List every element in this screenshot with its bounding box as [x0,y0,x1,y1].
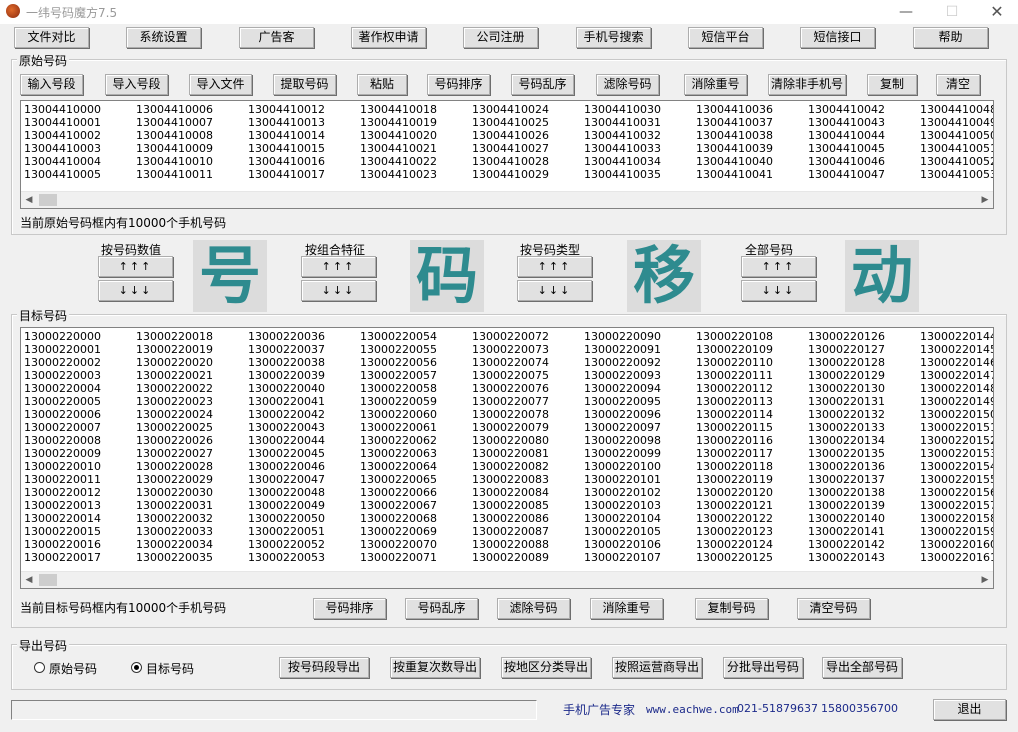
list-column: 13000220018 13000220019 13000220020 1300… [136,330,213,564]
window-title: 一纬号码魔方7.5 [26,6,118,20]
dedupe-button[interactable]: 消除重号 [684,74,747,95]
maximize-icon: ☐ [945,4,959,20]
list-column: 13000220072 13000220073 13000220074 1300… [472,330,549,564]
help-button[interactable]: 帮助 [913,27,988,48]
list-column: 13000220144 13000220145 13000220146 1300… [920,330,994,564]
list-column: 13000220000 13000220001 13000220002 1300… [24,330,101,564]
app-logo-icon [6,4,20,18]
radio-target[interactable] [131,662,142,673]
sort-all-asc-button[interactable]: ↑↑↑ [741,256,816,277]
sort-all-desc-button[interactable]: ↓↓↓ [741,280,816,301]
phone-search-button[interactable]: 手机号搜索 [576,27,651,48]
logo-char-dong: 动 [845,240,919,312]
source-number-list[interactable]: 13004410000 13004410001 13004410002 1300… [20,100,994,209]
sort-type-desc-button[interactable]: ↓↓↓ [517,280,592,301]
import-file-button[interactable]: 导入文件 [189,74,252,95]
target-number-list[interactable]: 13000220000 13000220001 13000220002 1300… [20,327,994,589]
export-by-carrier-button[interactable]: 按照运营商导出 [612,657,702,678]
shuffle-numbers-button[interactable]: 号码乱序 [511,74,574,95]
sort-type-asc-button[interactable]: ↑↑↑ [517,256,592,277]
export-batch-button[interactable]: 分批导出号码 [723,657,803,678]
footer-phone-1: 021-51879637 [737,702,818,715]
export-by-region-button[interactable]: 按地区分类导出 [501,657,591,678]
radio-target-label: 目标号码 [146,662,195,676]
sms-api-button[interactable]: 短信接口 [800,27,875,48]
target-count-status: 当前目标号码框内有10000个手机号码 [20,601,227,615]
list-column: 13004410018 13004410019 13004410020 1300… [360,103,437,181]
list-column: 13004410006 13004410007 13004410008 1300… [136,103,213,181]
target-shuffle-button[interactable]: 号码乱序 [405,598,478,619]
radio-source-label: 原始号码 [49,662,98,676]
list-column: 13000220090 13000220091 13000220092 1300… [584,330,661,564]
target-dedupe-button[interactable]: 消除重号 [590,598,663,619]
exit-button[interactable]: 退出 [933,699,1006,720]
footer-url[interactable]: www.eachwe.com [646,703,739,716]
list-column: 13000220036 13000220037 13000220038 1300… [248,330,325,564]
target-copy-button[interactable]: 复制号码 [695,598,768,619]
export-group-title: 导出号码 [17,637,70,654]
progress-bar [11,700,537,720]
scroll-right-icon[interactable]: ▶ [978,193,992,207]
minimize-icon[interactable]: — [883,0,929,24]
radio-source[interactable] [34,662,45,673]
target-horizontal-scrollbar[interactable]: ◀ ▶ [21,571,993,588]
target-clear-button[interactable]: 清空号码 [797,598,870,619]
paste-button[interactable]: 粘贴 [357,74,407,95]
extract-numbers-button[interactable]: 提取号码 [273,74,336,95]
sort-value-asc-button[interactable]: ↑↑↑ [98,256,173,277]
sort-value-desc-button[interactable]: ↓↓↓ [98,280,173,301]
input-segment-button[interactable]: 输入号段 [20,74,83,95]
footer-phone-2: 15800356700 [821,702,898,715]
list-column: 13004410000 13004410001 13004410002 1300… [24,103,101,181]
list-column: 13004410030 13004410031 13004410032 1300… [584,103,661,181]
scroll-thumb[interactable] [39,194,57,206]
source-horizontal-scrollbar[interactable]: ◀ ▶ [21,191,993,208]
company-register-button[interactable]: 公司注册 [463,27,538,48]
export-by-repeat-button[interactable]: 按重复次数导出 [390,657,480,678]
scroll-left-icon[interactable]: ◀ [22,573,36,587]
list-column: 13000220108 13000220109 13000220110 1300… [696,330,773,564]
sort-pattern-asc-button[interactable]: ↑↑↑ [301,256,376,277]
filter-numbers-button[interactable]: 滤除号码 [596,74,659,95]
copyright-button[interactable]: 著作权申请 [351,27,426,48]
sort-numbers-button[interactable]: 号码排序 [427,74,490,95]
list-column: 13004410042 13004410043 13004410044 1300… [808,103,885,181]
source-count-status: 当前原始号码框内有10000个手机号码 [20,216,227,230]
logo-char-hao: 号 [193,240,267,312]
list-column: 13004410024 13004410025 13004410026 1300… [472,103,549,181]
import-segment-button[interactable]: 导入号段 [105,74,168,95]
clear-button[interactable]: 清空 [936,74,980,95]
scroll-right-icon[interactable]: ▶ [978,573,992,587]
system-settings-button[interactable]: 系统设置 [126,27,201,48]
logo-char-ma: 码 [410,240,484,312]
list-column: 13004410036 13004410037 13004410038 1300… [696,103,773,181]
copy-button[interactable]: 复制 [867,74,917,95]
clear-non-mobile-button[interactable]: 清除非手机号 [768,74,846,95]
close-icon[interactable]: ✕ [974,0,1018,24]
list-column: 13004410012 13004410013 13004410014 1300… [248,103,325,181]
file-compare-button[interactable]: 文件对比 [14,27,89,48]
target-filter-button[interactable]: 滤除号码 [497,598,570,619]
target-group-title: 目标号码 [17,307,70,324]
target-sort-button[interactable]: 号码排序 [313,598,386,619]
export-by-segment-button[interactable]: 按号码段导出 [279,657,369,678]
export-all-button[interactable]: 导出全部号码 [822,657,902,678]
footer-brand: 手机广告专家 [563,703,636,717]
logo-char-yi: 移 [627,240,701,312]
list-column: 13000220054 13000220055 13000220056 1300… [360,330,437,564]
sms-platform-button[interactable]: 短信平台 [688,27,763,48]
sort-pattern-desc-button[interactable]: ↓↓↓ [301,280,376,301]
list-column: 13004410048 13004410049 13004410050 1300… [920,103,994,181]
source-group-title: 原始号码 [17,52,70,69]
list-column: 13000220126 13000220127 13000220128 1300… [808,330,885,564]
title-bar: 一纬号码魔方7.5 — ☐ ✕ [0,0,1018,24]
scroll-left-icon[interactable]: ◀ [22,193,36,207]
ad-button[interactable]: 广告客 [239,27,314,48]
scroll-thumb[interactable] [39,574,57,586]
